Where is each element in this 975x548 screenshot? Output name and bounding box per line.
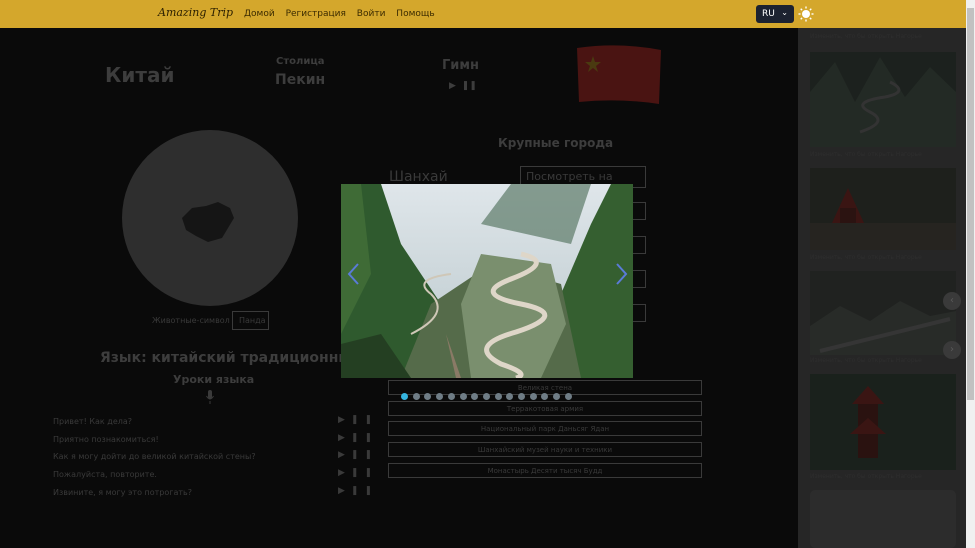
city-name: Шанхай	[389, 169, 448, 185]
photo-card-image[interactable]	[810, 52, 956, 147]
language-select[interactable]: RU ⌄	[756, 5, 794, 23]
photo-card-image[interactable]	[810, 490, 956, 548]
place-button[interactable]: Шанхайский музей науки и техники	[388, 442, 702, 457]
slider-dot[interactable]	[447, 393, 455, 400]
phrase-item: Приятно познакомиться!	[53, 435, 159, 444]
photo-card-image[interactable]	[810, 271, 956, 355]
phrase-item: Извините, я могу это потрогать?	[53, 488, 192, 497]
nav-home[interactable]: Домой	[244, 9, 275, 19]
microphone-icon[interactable]	[206, 390, 214, 404]
anthem-controls: ▶ ❚❚	[449, 81, 477, 91]
play-icon[interactable]: ▶	[449, 81, 456, 91]
main-nav: Домой Регистрация Войти Помощь	[244, 9, 443, 19]
pause-icon[interactable]: ❚❚	[351, 486, 378, 496]
china-flag-image	[577, 45, 661, 104]
photo-card-label: Изменить, что бы открыть Нагорье	[810, 33, 922, 40]
slider-dot[interactable]	[482, 393, 490, 400]
phrase-item: Как я могу дойти до великой китайской ст…	[53, 452, 256, 461]
lessons-title: Уроки языка	[173, 373, 255, 386]
sidebar-next-arrow-icon[interactable]: ›	[943, 341, 961, 359]
photo-card-image[interactable]	[810, 374, 956, 470]
scrollbar-thumb[interactable]	[967, 8, 974, 400]
phrase-audio-controls: ▶❚❚	[338, 468, 378, 478]
capital-label: Столица	[276, 56, 325, 67]
place-button[interactable]: Национальный парк Даньсяг Ядан	[388, 421, 702, 436]
slider-dot[interactable]	[494, 393, 502, 400]
play-icon[interactable]: ▶	[338, 468, 351, 478]
nav-help[interactable]: Помощь	[396, 9, 434, 19]
pause-icon[interactable]: ❚❚	[351, 433, 378, 443]
site-logo[interactable]: Amazing Trip	[158, 6, 233, 19]
photo-card-label: Изменить, что бы открыть Нагорье	[810, 151, 922, 158]
place-button[interactable]: Монастырь Десяти тысяч Будд	[388, 463, 702, 478]
slider-dot[interactable]	[564, 393, 572, 400]
play-icon[interactable]: ▶	[338, 415, 351, 425]
phrase-audio-controls: ▶❚❚	[338, 450, 378, 460]
phrase-audio-controls: ▶❚❚	[338, 486, 378, 496]
capital-value: Пекин	[275, 72, 326, 88]
sidebar-prev-arrow-icon[interactable]: ‹	[943, 292, 961, 310]
phrase-item: Привет! Как дела?	[53, 417, 133, 426]
slider-dot[interactable]	[401, 393, 408, 400]
place-button[interactable]: Терракотовая армия	[388, 401, 702, 416]
top-navbar	[0, 0, 966, 28]
country-title: Китай	[105, 63, 175, 87]
chevron-down-icon: ⌄	[781, 8, 788, 17]
play-icon[interactable]: ▶	[338, 433, 351, 443]
pause-icon[interactable]: ❚❚	[462, 81, 477, 91]
cities-title: Крупные города	[498, 136, 614, 150]
slider-next-arrow-icon[interactable]	[611, 262, 631, 286]
pause-icon[interactable]: ❚❚	[351, 450, 378, 460]
language-value: RU	[762, 9, 775, 19]
play-icon[interactable]: ▶	[338, 450, 351, 460]
animal-symbol-button[interactable]: Панда	[232, 311, 269, 330]
nav-login[interactable]: Войти	[357, 9, 386, 19]
slider-dot[interactable]	[518, 393, 525, 400]
china-map-shape	[182, 202, 234, 242]
slider-dot[interactable]	[412, 393, 420, 400]
animal-symbol-label: Животные-символ	[152, 316, 230, 325]
language-title: Язык: китайский традиционный	[100, 350, 361, 366]
theme-toggle-sun-icon[interactable]	[798, 6, 814, 22]
photo-card-image[interactable]	[810, 168, 956, 250]
nav-register[interactable]: Регистрация	[286, 9, 346, 19]
pause-icon[interactable]: ❚❚	[351, 415, 378, 425]
phrase-audio-controls: ▶❚❚	[338, 415, 378, 425]
phrase-audio-controls: ▶❚❚	[338, 433, 378, 443]
pause-icon[interactable]: ❚❚	[351, 468, 378, 478]
slider-prev-arrow-icon[interactable]	[344, 262, 364, 286]
photo-card-label: Изменить, что бы открыть Нагорье	[810, 473, 922, 480]
play-icon[interactable]: ▶	[338, 486, 351, 496]
slider-dot[interactable]	[529, 393, 537, 400]
slider-dot[interactable]	[459, 393, 467, 400]
anthem-label: Гимн	[442, 58, 480, 73]
phrase-item: Пожалуйста, повторите.	[53, 470, 157, 479]
lightbox-image	[341, 184, 633, 378]
photo-card-label: Изменить, что бы открыть Нагорье	[810, 254, 922, 261]
photo-card-label: Изменить, что бы открыть Нагорье	[810, 357, 922, 364]
